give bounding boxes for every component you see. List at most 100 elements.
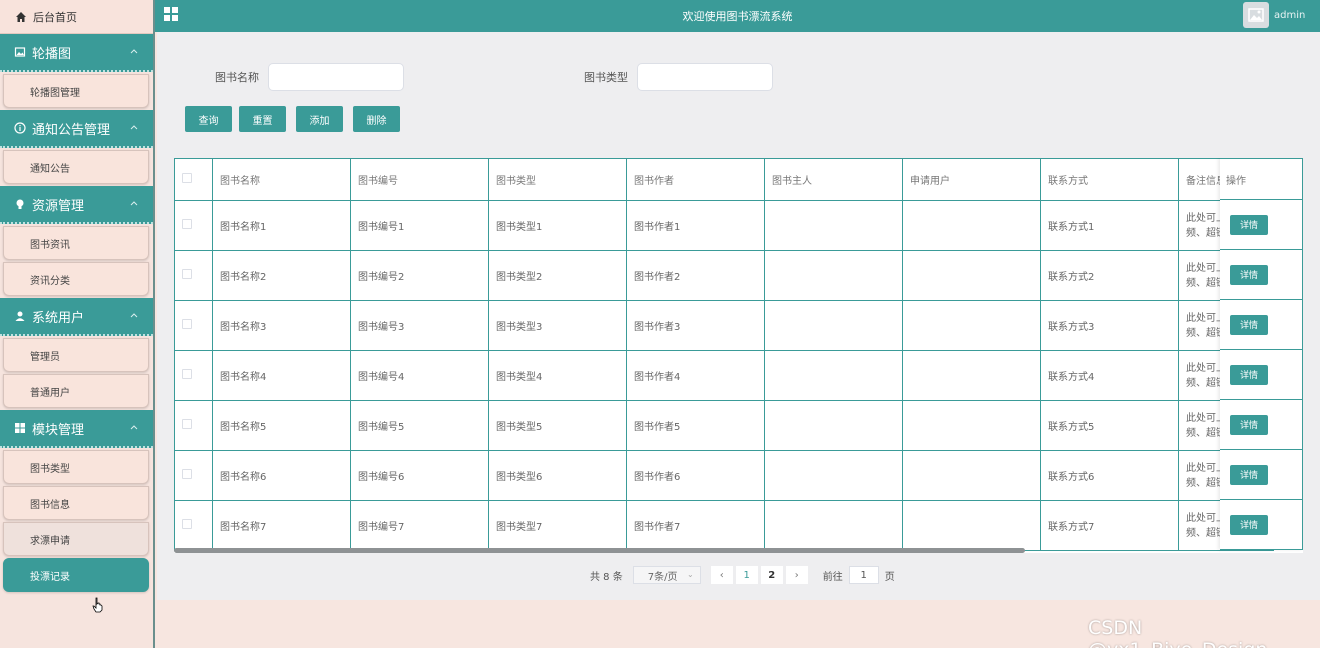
sidebar-item[interactable]: 投漂记录 xyxy=(3,558,149,592)
table-cell-contact: 联系方式2 xyxy=(1040,250,1179,301)
detail-button[interactable]: 详情 xyxy=(1230,314,1268,335)
table-cell-applicant xyxy=(902,300,1041,351)
app-title: 欢迎使用图书漂流系统 xyxy=(682,10,793,23)
query-button[interactable]: 查询 xyxy=(185,106,232,132)
table-row: 图书名称2 图书编号2 图书类型2 图书作者2 联系方式2 此处可上 频、超链 xyxy=(174,250,1274,301)
prev-page-button[interactable]: ‹ xyxy=(710,566,733,584)
username[interactable]: admin xyxy=(1274,10,1305,21)
page-numbers: 12 xyxy=(735,566,786,584)
sidebar-item[interactable]: 管理员 xyxy=(3,338,149,372)
operation-cell: 详情 xyxy=(1220,300,1303,350)
sidebar-item[interactable]: 资讯分类 xyxy=(3,262,149,296)
row-checkbox[interactable] xyxy=(182,519,192,529)
detail-button[interactable]: 详情 xyxy=(1230,414,1268,435)
table-cell-applicant xyxy=(902,350,1041,401)
table-cell-author: 图书作者3 xyxy=(626,300,765,351)
operation-cell: 详情 xyxy=(1220,200,1303,250)
table-cell-code: 图书编号1 xyxy=(350,200,489,251)
sidebar-item[interactable]: 通知公告 xyxy=(3,150,149,184)
row-select-cell xyxy=(174,500,213,551)
table-cell-name: 图书名称2 xyxy=(212,250,351,301)
sidebar-group-0[interactable]: 轮播图 xyxy=(0,34,153,72)
sidebar-group-4[interactable]: 模块管理 xyxy=(0,410,153,448)
sidebar-item-label: 管理员 xyxy=(30,351,60,363)
avatar[interactable] xyxy=(1243,2,1269,28)
detail-button[interactable]: 详情 xyxy=(1230,264,1268,285)
chevron-up-icon xyxy=(130,125,138,130)
detail-button[interactable]: 详情 xyxy=(1230,364,1268,385)
delete-button[interactable]: 删除 xyxy=(353,106,400,132)
info-circle-icon xyxy=(14,122,26,134)
row-select-cell xyxy=(174,250,213,301)
goto-page-input[interactable]: 1 xyxy=(848,566,879,584)
goto-label: 前往 xyxy=(822,571,843,583)
column-header: 图书类型 xyxy=(488,158,627,201)
home-icon xyxy=(16,11,26,22)
table-row: 图书名称3 图书编号3 图书类型3 图书作者3 联系方式3 此处可上 频、超链 xyxy=(174,300,1274,351)
sidebar: 后台首页 轮播图轮播图管理通知公告管理通知公告 资源管理图书资讯资讯分类系统用户管… xyxy=(0,0,155,648)
table-cell-applicant xyxy=(902,450,1041,501)
table-cell-name: 图书名称1 xyxy=(212,200,351,251)
sidebar-item-label: 图书资讯 xyxy=(30,239,70,251)
table-row: 图书名称6 图书编号6 图书类型6 图书作者6 联系方式6 此处可上 频、超链 xyxy=(174,450,1274,501)
chevron-down-icon: ⌄ xyxy=(687,570,694,579)
page-size-value: 7条/页 xyxy=(647,571,678,583)
sidebar-item[interactable]: 图书资讯 xyxy=(3,226,149,260)
table-cell-contact: 联系方式3 xyxy=(1040,300,1179,351)
add-button[interactable]: 添加 xyxy=(296,106,343,132)
table-cell-contact: 联系方式7 xyxy=(1040,500,1179,551)
table-cell-code: 图书编号5 xyxy=(350,400,489,451)
sidebar-item-label: 后台首页 xyxy=(33,10,77,24)
book-name-label: 图书名称 xyxy=(215,71,259,84)
row-checkbox[interactable] xyxy=(182,269,192,279)
sidebar-item[interactable]: 图书类型 xyxy=(3,450,149,484)
detail-button[interactable]: 详情 xyxy=(1230,514,1268,535)
sidebar-item[interactable]: 图书信息 xyxy=(3,486,149,520)
table-row: 图书名称4 图书编号4 图书类型4 图书作者4 联系方式4 此处可上 频、超链 xyxy=(174,350,1274,401)
sidebar-item[interactable]: 轮播图管理 xyxy=(3,74,149,108)
row-checkbox[interactable] xyxy=(182,219,192,229)
row-checkbox[interactable] xyxy=(182,319,192,329)
row-checkbox[interactable] xyxy=(182,469,192,479)
detail-button[interactable]: 详情 xyxy=(1230,214,1268,235)
sidebar-group-1[interactable]: 通知公告管理 xyxy=(0,110,153,148)
page-number-button[interactable]: 2 xyxy=(760,566,783,584)
pagination: 共 8 条 7条/页 ⌄ ‹ 12 › 前往 1 页 xyxy=(590,566,895,584)
data-table: 图书名称 图书编号 图书类型 图书作者 图书主人 申请用户 联系方式 备注信息 图书名称1 图书… xyxy=(174,158,1303,553)
operation-cell: 详情 xyxy=(1220,450,1303,500)
select-all-checkbox[interactable] xyxy=(182,173,192,183)
sidebar-item-label: 求漂申请 xyxy=(30,535,70,547)
sidebar-item-home[interactable]: 后台首页 xyxy=(0,0,153,34)
page-size-select[interactable]: 7条/页 ⌄ xyxy=(632,566,701,584)
page-number-button[interactable]: 1 xyxy=(735,566,758,584)
table-horizontal-scrollbar[interactable] xyxy=(174,548,1025,553)
column-header-operation: 操作 xyxy=(1220,158,1303,200)
image-icon xyxy=(14,47,26,57)
chevron-up-icon xyxy=(130,201,138,206)
book-name-input[interactable] xyxy=(268,63,404,91)
row-checkbox[interactable] xyxy=(182,419,192,429)
sidebar-group-label: 通知公告管理 xyxy=(32,122,111,138)
row-checkbox[interactable] xyxy=(182,369,192,379)
sidebar-item-label: 轮播图管理 xyxy=(30,87,80,99)
next-page-button[interactable]: › xyxy=(785,566,808,584)
table-cell-owner xyxy=(764,450,903,501)
book-type-input[interactable] xyxy=(637,63,773,91)
table-cell-name: 图书名称7 xyxy=(212,500,351,551)
chevron-up-icon xyxy=(130,313,138,318)
sidebar-item[interactable]: 求漂申请 xyxy=(3,522,149,556)
column-header: 申请用户 xyxy=(902,158,1041,201)
sidebar-group-2[interactable]: 资源管理 xyxy=(0,186,153,224)
table-cell-applicant xyxy=(902,250,1041,301)
sidebar-group-label: 系统用户 xyxy=(32,310,85,326)
sidebar-group-3[interactable]: 系统用户 xyxy=(0,298,153,336)
sidebar-item[interactable]: 普通用户 xyxy=(3,374,149,408)
operation-column: 操作 详情 详情 详情 详情 详情 详情 详情 xyxy=(1220,158,1303,550)
sidebar-item-label: 图书信息 xyxy=(30,499,70,511)
main-content: 图书名称 图书类型 查询 重置 添加 删除 图书名称 图书编号 图书类型 图书作者 图书… xyxy=(157,32,1320,600)
operation-cell: 详情 xyxy=(1220,350,1303,400)
detail-button[interactable]: 详情 xyxy=(1230,464,1268,485)
sidebar-group-label: 轮播图 xyxy=(32,46,72,62)
table-cell-code: 图书编号3 xyxy=(350,300,489,351)
reset-button[interactable]: 重置 xyxy=(239,106,286,132)
